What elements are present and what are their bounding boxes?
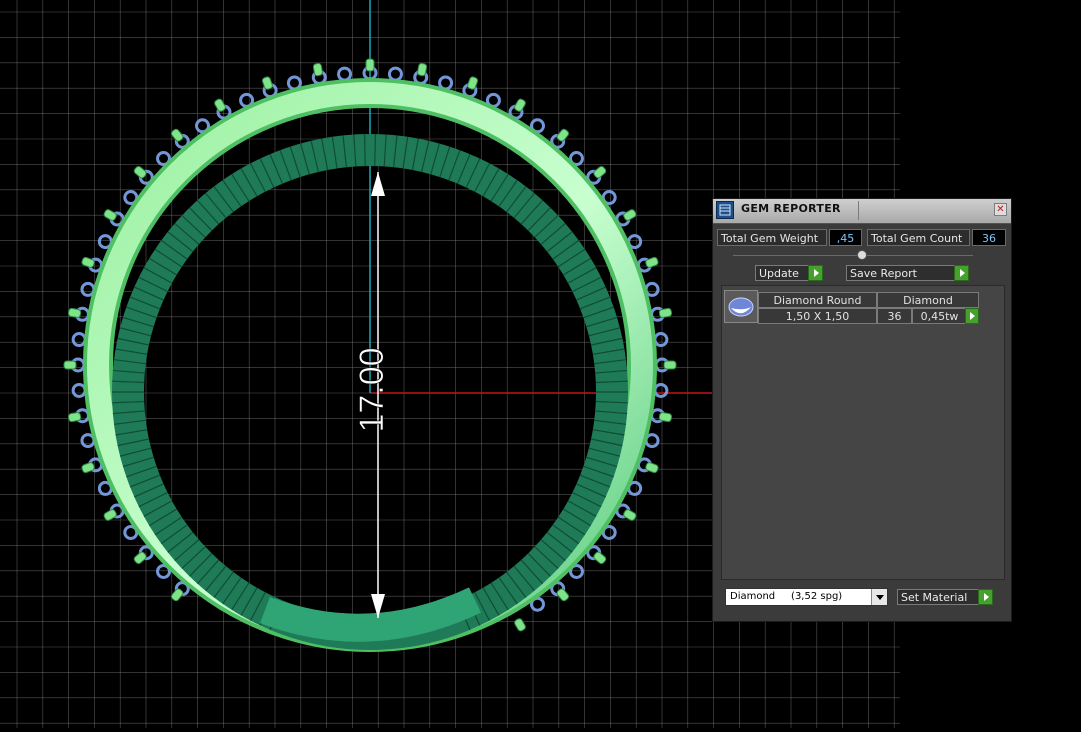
total-gem-count-value: 36 [972, 229, 1006, 246]
panel-divider [733, 255, 973, 256]
prong [514, 98, 526, 112]
gem-halo-stone [387, 66, 403, 82]
gem-halo-stone [653, 332, 669, 348]
dimension-label: 17.00 [353, 347, 391, 432]
gem-reporter-app-icon [716, 201, 734, 219]
play-arrow-icon [954, 265, 969, 281]
set-material-button-label: Set Material [901, 591, 968, 604]
material-select[interactable]: Diamond (3,52 spg) [725, 588, 888, 606]
prong [663, 360, 677, 370]
prong [170, 128, 184, 142]
collapse-handle[interactable] [857, 250, 867, 260]
prong [658, 412, 673, 423]
gem-weight-cell[interactable]: 0,45tw [912, 308, 979, 324]
gem-material-header: Diamond [877, 292, 979, 308]
prong [556, 128, 570, 142]
update-button[interactable]: Update [755, 265, 823, 281]
prong [63, 360, 77, 370]
channel-rib [374, 134, 377, 167]
gem-halo-stone [71, 382, 87, 398]
save-report-button-label: Save Report [850, 267, 917, 280]
prong [556, 588, 570, 602]
gem-halo-stone [337, 66, 353, 82]
prong [365, 58, 375, 72]
play-arrow-icon [808, 265, 823, 281]
prong [67, 412, 82, 423]
prong [658, 307, 673, 318]
prong [103, 209, 117, 221]
prong [623, 209, 637, 221]
gem-icon [724, 290, 758, 323]
prong [417, 62, 428, 77]
dimension-arrow-top [371, 172, 385, 196]
gem-size-cell: 1,50 X 1,50 [758, 308, 877, 324]
diamond-thumbnail [728, 297, 754, 317]
prong [214, 98, 226, 112]
update-button-label: Update [759, 267, 799, 280]
panel-titlebar[interactable]: GEM REPORTER ✕ [713, 199, 1011, 224]
prong [312, 62, 323, 77]
titlebar-separator [858, 201, 859, 220]
total-gem-weight-label: Total Gem Weight [717, 229, 827, 246]
prong [67, 307, 82, 318]
prong [593, 165, 607, 179]
gem-reporter-panel: GEM REPORTER ✕ Total Gem Weight ,45 Tota… [712, 198, 1012, 622]
gem-halo-stone [653, 382, 669, 398]
gem-shape-header: Diamond Round [758, 292, 877, 308]
prong [103, 509, 117, 521]
prong [623, 509, 637, 521]
prong [170, 588, 184, 602]
total-gem-count-label: Total Gem Count [867, 229, 970, 246]
material-select-value: Diamond (3,52 spg) [730, 591, 843, 602]
channel-rib [363, 134, 366, 167]
gem-count-cell: 36 [877, 308, 912, 324]
panel-title: GEM REPORTER [741, 202, 841, 215]
prong [593, 551, 607, 565]
prong [133, 551, 147, 565]
chevron-down-icon[interactable] [871, 589, 887, 605]
save-report-button[interactable]: Save Report [846, 265, 969, 281]
gem-weight-value: 0,45tw [920, 310, 959, 323]
prong [514, 618, 526, 632]
gem-reporter-glyph [719, 204, 731, 216]
gem-halo-stone [71, 332, 87, 348]
close-icon[interactable]: ✕ [994, 203, 1007, 216]
play-arrow-icon[interactable] [965, 308, 979, 324]
shank-bottom [260, 587, 482, 642]
play-arrow-icon [978, 589, 993, 605]
set-material-button[interactable]: Set Material [897, 589, 993, 605]
total-gem-weight-value: ,45 [829, 229, 862, 246]
prong [133, 165, 147, 179]
gem-list: Diamond Round Diamond 1,50 X 1,50 36 0,4… [721, 285, 1005, 580]
